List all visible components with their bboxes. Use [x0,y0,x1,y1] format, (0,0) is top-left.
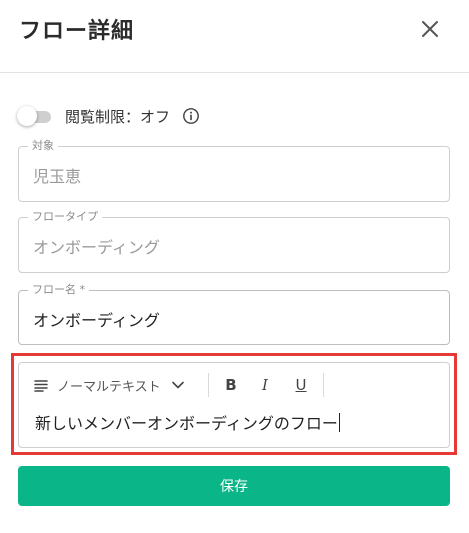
rich-text-editor[interactable]: ノーマルテキスト B I U 新しいメンバーオンボーディングのフロー [18,362,450,448]
dialog-title: フロー詳細 [19,19,135,44]
text-lines-icon [34,380,48,392]
text-format-label: ノーマルテキスト [57,379,161,395]
flow-type-field-label: フロータイプ [28,210,102,224]
visibility-label: 閲覧制限：オフ [65,107,171,126]
flow-name-field[interactable]: フロー名 * オンボーディング [18,283,450,345]
flow-name-field-label: フロー名 * [28,283,89,297]
italic-button[interactable]: I [258,371,272,399]
bold-button[interactable]: B [222,371,240,399]
toolbar-divider [323,373,324,397]
underline-button[interactable]: U [294,371,308,399]
visibility-toggle[interactable] [17,104,53,128]
visibility-row: 閲覧制限：オフ [17,104,200,128]
text-format-dropdown[interactable]: ノーマルテキスト [33,371,187,399]
chevron-down-icon [171,381,184,389]
target-field-label: 対象 [28,139,58,153]
info-icon[interactable] [182,107,200,125]
close-icon[interactable] [418,17,442,41]
target-field-value: 児玉恵 [33,167,82,186]
target-field[interactable]: 対象 児玉恵 [18,139,450,202]
flow-name-field-value: オンボーディング [33,311,160,330]
flow-type-field[interactable]: フロータイプ オンボーディング [18,210,450,273]
toggle-thumb [17,106,37,126]
toolbar-divider [208,373,209,397]
save-button[interactable]: 保存 [18,466,450,506]
editor-toolbar: ノーマルテキスト B I U [19,371,449,399]
dialog-header: フロー詳細 [0,0,469,73]
flow-type-field-value: オンボーディング [33,238,160,257]
editor-content[interactable]: 新しいメンバーオンボーディングのフロー [35,410,340,434]
editor-content-text: 新しいメンバーオンボーディングのフロー [35,414,338,433]
text-caret [338,413,340,432]
